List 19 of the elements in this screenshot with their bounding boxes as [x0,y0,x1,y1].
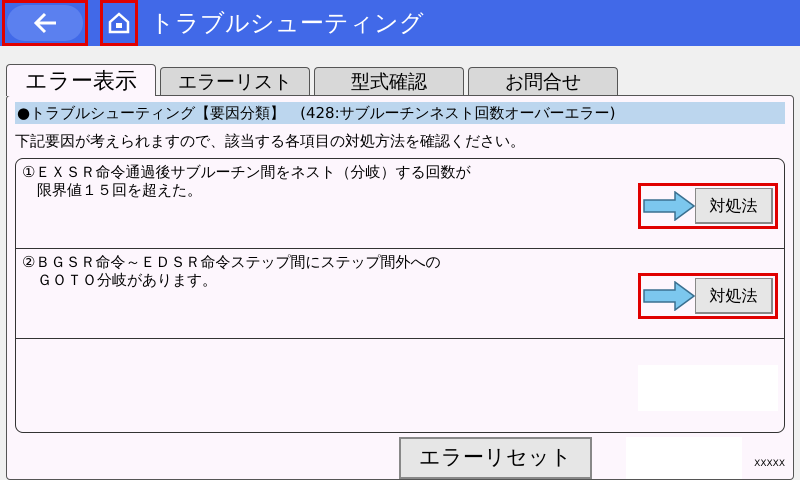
tab[interactable]: お問合せ [468,66,618,94]
instruction-text: 下記要因が考えられますので、該当する各項目の対処方法を確認ください。 [15,130,526,152]
cause-text: ①ＥＸＳＲ命令通過後サブルーチン間をネスト（分岐）する回数が 限界値１５回を超えた。 [22,163,470,201]
tab[interactable]: エラーリスト [160,66,310,94]
arrow-icon [643,281,695,311]
footer-code: XXXXX [754,458,785,472]
arrow-icon [643,191,695,221]
back-button[interactable] [2,0,88,46]
back-arrow-icon [32,11,58,35]
tab[interactable]: 型式確認 [314,66,464,94]
window-title: トラブルシューティング [150,8,424,39]
home-icon [107,11,131,35]
cause-text: ②ＢＧＳＲ命令～ＥＤＳＲ命令ステップ間にステップ間外への ＧＯＴＯ分岐があります。 [22,253,440,291]
remedy-button[interactable]: 対処法 [695,278,773,314]
tab[interactable]: エラー表示 [6,64,156,96]
home-button[interactable] [100,0,138,46]
section-heading: ●トラブルシューティング【要因分類】 (428:サブルーチンネスト回数オーバーエラー) [15,102,785,124]
error-reset-button[interactable]: エラーリセット [399,437,592,479]
remedy-button[interactable]: 対処法 [695,188,773,224]
